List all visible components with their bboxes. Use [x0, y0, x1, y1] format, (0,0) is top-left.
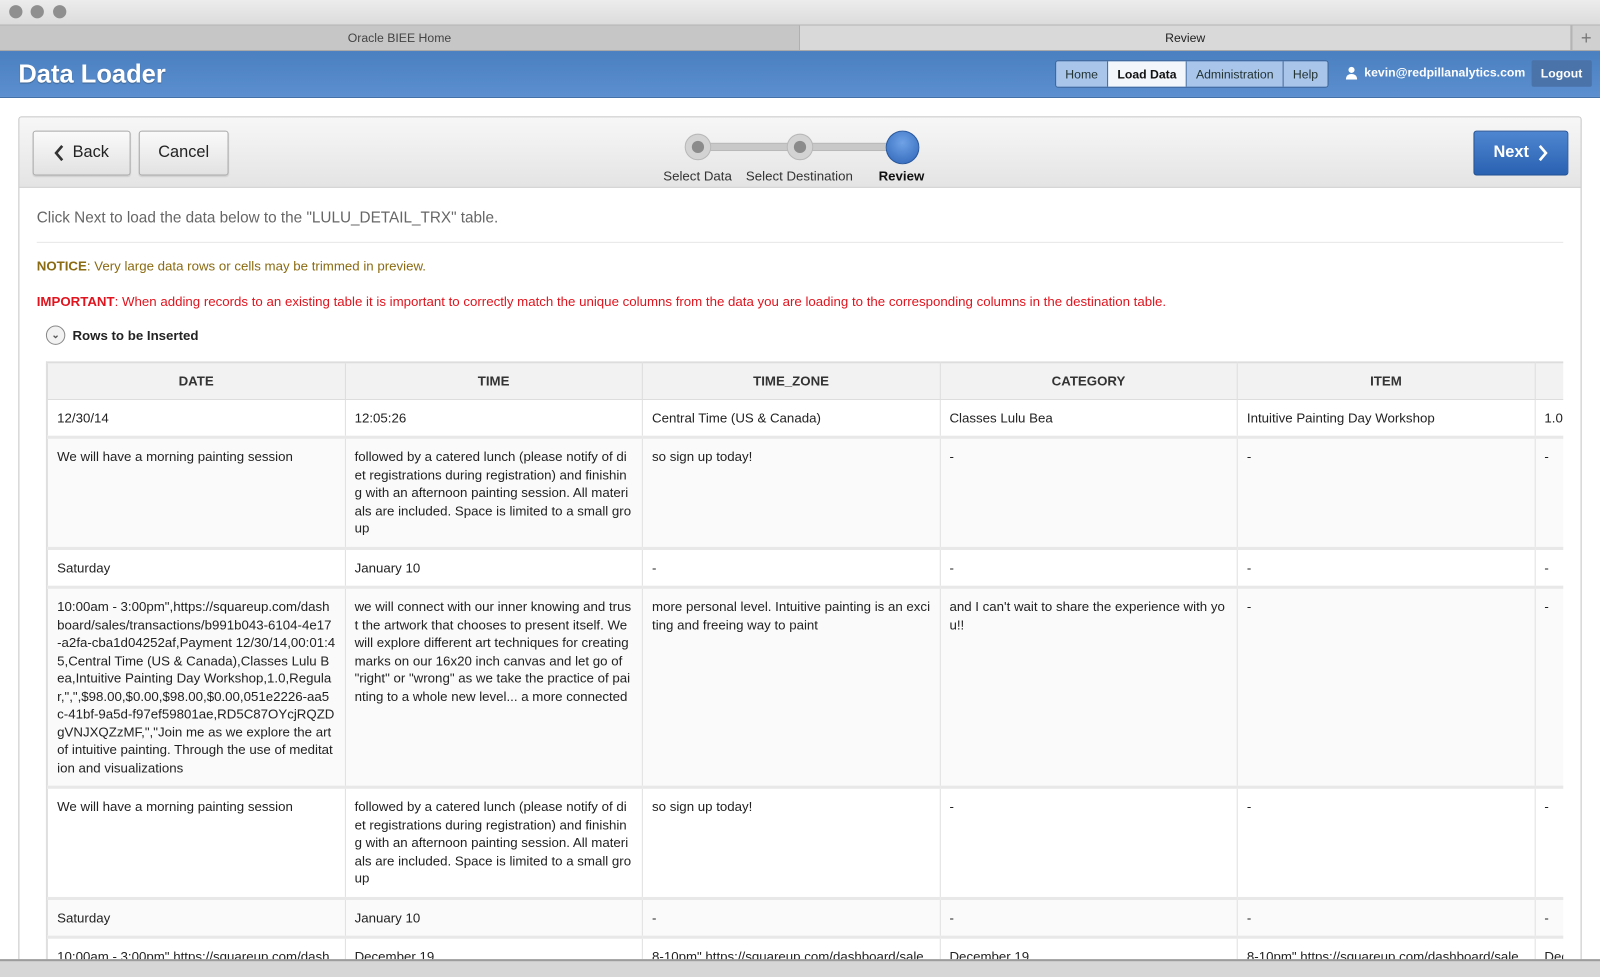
nav-home[interactable]: Home: [1056, 61, 1109, 87]
window-bottom-bar: [0, 959, 1600, 977]
table-cell: so sign up today!: [641, 436, 941, 550]
column-header: TIME_ZONE: [641, 361, 941, 400]
table-cell: and I can't wait to share the experience…: [939, 586, 1238, 789]
table-cell: -: [1534, 547, 1564, 589]
step-select-data-marker: [684, 133, 712, 161]
table-cell: we will connect with our inner knowing a…: [344, 586, 643, 789]
browser-window: Oracle BIEE Home Review + Data Loader Ho…: [0, 0, 1600, 977]
nav-load-data[interactable]: Load Data: [1108, 61, 1187, 87]
table-row: Saturday January 10- - - -: [46, 547, 1564, 589]
table-row: 10:00am - 3:00pm",https://squareup.com/d…: [46, 586, 1564, 789]
nav-help[interactable]: Help: [1283, 61, 1328, 87]
user-menu[interactable]: kevin@redpillanalytics.com: [1345, 65, 1526, 80]
next-label: Next: [1493, 143, 1529, 162]
table-cell: -: [641, 897, 941, 939]
notice-text: : Very large data rows or cells may be t…: [86, 258, 427, 274]
table-cell: Central Time (US & Canada): [641, 398, 941, 439]
back-button[interactable]: Back: [32, 130, 131, 176]
step-select-destination-marker: [786, 133, 814, 161]
back-label: Back: [72, 143, 109, 162]
table-row: Saturday January 10- - - -: [46, 897, 1564, 939]
table-cell: We will have a morning painting session: [46, 436, 346, 550]
important-label: IMPORTANT: [36, 293, 115, 310]
table-cell: -: [1236, 436, 1536, 550]
table-cell: -: [1534, 436, 1564, 550]
column-header: CATEGORY: [939, 361, 1238, 400]
new-tab-button[interactable]: +: [1571, 25, 1600, 50]
next-button[interactable]: Next: [1473, 130, 1569, 176]
logout-button[interactable]: Logout: [1531, 60, 1592, 87]
window-titlebar: [0, 0, 1600, 25]
table-cell: Intuitive Painting Day Workshop: [1236, 398, 1536, 439]
chevron-down-icon: ⌄: [45, 325, 66, 345]
table-cell: 10:00am - 3:00pm",https://squareup.com/d…: [46, 586, 346, 789]
table-cell: followed by a catered lunch (please noti…: [344, 436, 643, 550]
intro-text: Click Next to load the data below to the…: [36, 209, 499, 227]
chevron-left-icon: [54, 145, 64, 162]
table-cell: -: [939, 436, 1238, 550]
close-window-button[interactable]: [9, 5, 23, 19]
browser-tabs: Oracle BIEE Home Review +: [0, 24, 1600, 52]
divider: [36, 241, 1564, 243]
wizard-panel: Back Cancel Select Data Select Destinati…: [18, 116, 1582, 974]
important-message: IMPORTANT: When adding records to an exi…: [37, 294, 1166, 309]
rows-section-toggle[interactable]: ⌄ Rows to be Inserted: [45, 325, 199, 345]
chevron-right-icon: [1539, 145, 1549, 162]
app-header: Data Loader Home Load Data Administratio…: [0, 51, 1600, 98]
notice-message: NOTICE: Very large data rows or cells ma…: [37, 258, 426, 273]
main-nav: Home Load Data Administration Help: [1055, 60, 1329, 88]
table-cell: -: [641, 547, 941, 589]
table-cell: January 10: [344, 897, 643, 939]
table-row: We will have a morning painting session f…: [46, 436, 1564, 550]
table-cell: -: [1236, 786, 1536, 900]
table-cell: We will have a morning painting session: [46, 786, 346, 900]
table-header-row: DATE TIME TIME_ZONE CATEGORY ITEM: [46, 361, 1564, 400]
column-header: [1534, 361, 1564, 400]
table-cell: -: [939, 547, 1238, 589]
column-header: TIME: [344, 361, 643, 400]
table-cell: Saturday: [46, 897, 346, 939]
notice-label: NOTICE: [36, 258, 87, 274]
table-cell: -: [1534, 786, 1564, 900]
column-header: ITEM: [1236, 361, 1536, 400]
table-row: We will have a morning painting session f…: [46, 786, 1564, 900]
table-cell: -: [1236, 547, 1536, 589]
table-cell: more personal level. Intuitive painting …: [641, 586, 941, 789]
browser-tab-oracle-biee-home[interactable]: Oracle BIEE Home: [0, 25, 800, 50]
table-cell: 12/30/14: [46, 398, 346, 439]
table-cell: Classes Lulu Bea: [939, 398, 1238, 439]
step-review-label: Review: [878, 168, 925, 184]
table-cell: 1.0: [1534, 398, 1564, 439]
table-cell: January 10: [344, 547, 643, 589]
zoom-window-button[interactable]: [53, 5, 67, 19]
table-row: 12/30/14 12:05:26 Central Time (US & Canad…: [46, 398, 1564, 439]
table-cell: -: [939, 786, 1238, 900]
table-cell: -: [1236, 897, 1536, 939]
user-email: kevin@redpillanalytics.com: [1364, 65, 1526, 80]
rows-table: DATE TIME TIME_ZONE CATEGORY ITEM 12/30/14 12…: [46, 361, 1564, 973]
rows-table-container[interactable]: DATE TIME TIME_ZONE CATEGORY ITEM 12/30/14 12…: [45, 361, 1564, 973]
column-header: DATE: [46, 361, 346, 400]
user-icon: [1345, 66, 1358, 80]
table-cell: -: [939, 897, 1238, 939]
table-cell: 12:05:26: [344, 398, 643, 439]
table-cell: so sign up today!: [641, 786, 941, 900]
table-cell: followed by a catered lunch (please noti…: [344, 786, 643, 900]
table-cell: -: [1534, 586, 1564, 789]
table-cell: -: [1236, 586, 1536, 789]
important-text: : When adding records to an existing tab…: [114, 293, 1167, 310]
cancel-button[interactable]: Cancel: [138, 130, 229, 176]
nav-administration[interactable]: Administration: [1186, 61, 1284, 87]
wizard-toolbar: Back Cancel Select Data Select Destinati…: [19, 117, 1581, 188]
step-select-destination-label: Select Destination: [745, 168, 853, 184]
table-cell: Saturday: [46, 547, 346, 589]
table-cell: -: [1534, 897, 1564, 939]
step-review-marker: [885, 130, 920, 165]
section-title: Rows to be Inserted: [72, 327, 199, 343]
minimize-window-button[interactable]: [30, 5, 44, 19]
browser-tab-review[interactable]: Review: [799, 25, 1572, 50]
step-select-data-label: Select Data: [663, 168, 732, 184]
app-title: Data Loader: [18, 60, 166, 89]
